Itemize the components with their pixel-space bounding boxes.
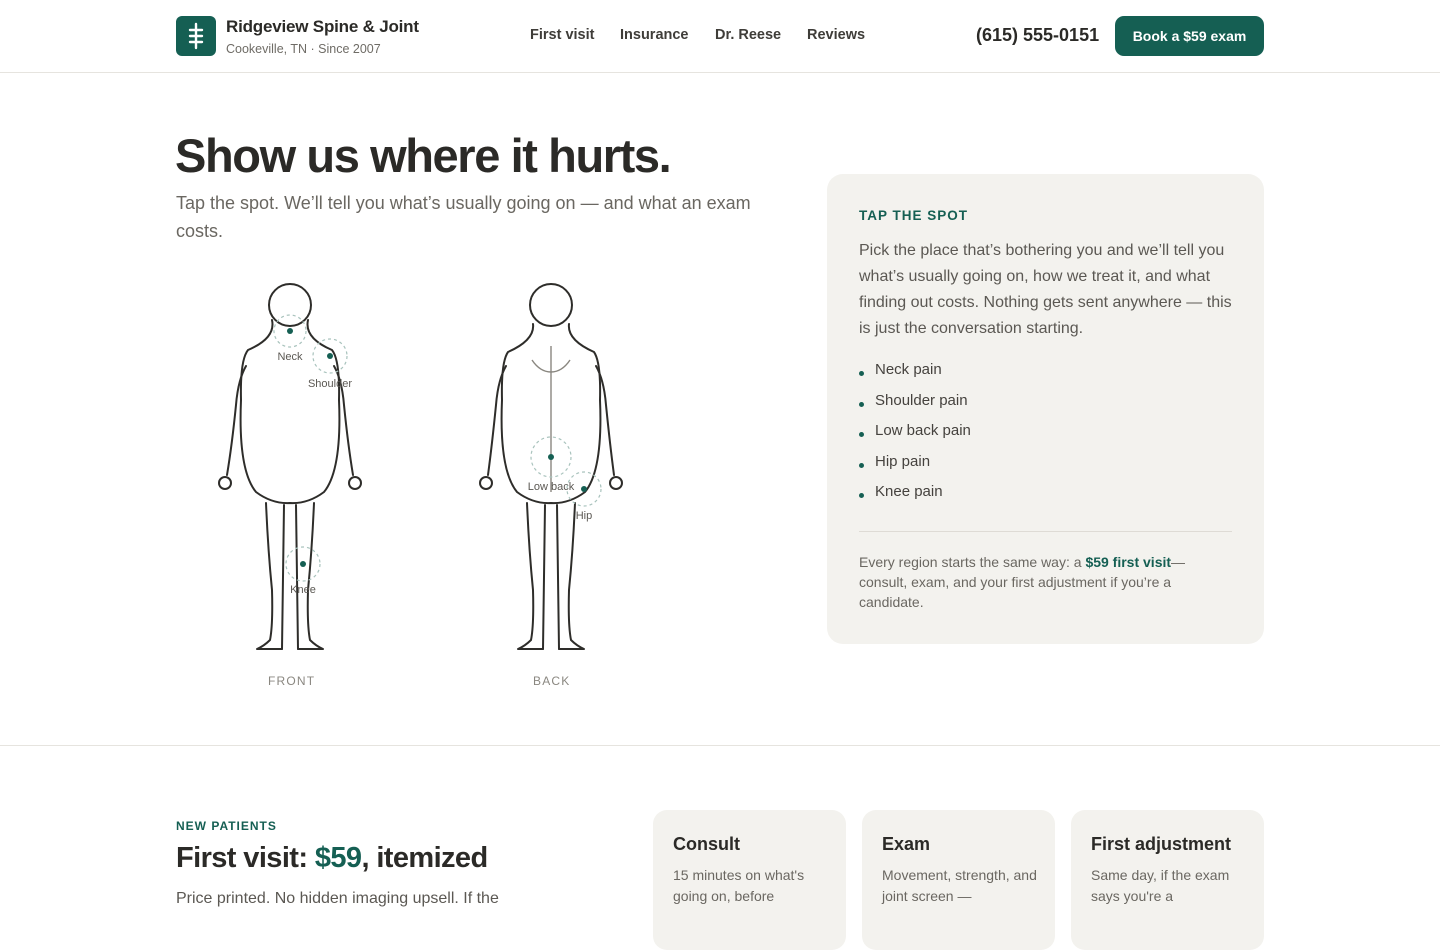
panel-price-note: Every region starts the same way: a $59 … [859, 552, 1227, 612]
region-item-knee[interactable]: Knee pain [859, 483, 971, 514]
nav-dr-reese[interactable]: Dr. Reese [715, 27, 781, 43]
region-list: Neck pain Shoulder pain Low back pain Hi… [859, 361, 971, 514]
new-patients-eyebrow: NEW PATIENTS [176, 819, 277, 833]
spine-line [531, 346, 571, 492]
heading-text-after: , itemized [361, 842, 488, 874]
bullet-dot-icon [859, 462, 864, 468]
brand-location: Cookeville, TN · Since 2007 [226, 42, 381, 56]
first-visit-description: Price printed. No hidden imaging upsell.… [176, 890, 499, 907]
back-view-label: BACK [533, 674, 571, 688]
page-title: Show us where it hurts. [175, 129, 672, 182]
heading-price: $59 [314, 842, 362, 874]
brand-name[interactable]: Ridgeview Spine & Joint [226, 17, 419, 37]
region-item-shoulder[interactable]: Shoulder pain [859, 392, 971, 423]
card-consult: Consult 15 minutes on what's going on, b… [653, 810, 846, 950]
body-map: Neck Shoulder Knee Low back Hip [218, 283, 623, 650]
bullet-dot-icon [859, 432, 864, 437]
card-title: Consult [673, 834, 740, 854]
hotspot-label-shoulder: Shoulder [308, 378, 352, 390]
region-label: Hip pain [875, 452, 931, 470]
first-visit-price-link[interactable]: $59 first visit [1085, 554, 1171, 570]
hotspot-label-hip: Hip [576, 510, 593, 522]
region-item-neck[interactable]: Neck pain [859, 361, 971, 392]
card-text: Movement, strength, and joint screen — [882, 867, 1037, 904]
phone-number-link[interactable]: (615) 555-0151 [976, 25, 1099, 46]
card-title: First adjustment [1091, 834, 1232, 854]
bullet-dot-icon [859, 371, 864, 376]
front-view-label: FRONT [268, 674, 316, 688]
region-item-hip[interactable]: Hip pain [859, 453, 971, 484]
region-info-panel: TAP THE SPOT Pick the place that’s bothe… [827, 174, 1264, 644]
region-label: Knee pain [875, 483, 943, 500]
hotspot-label-knee: Knee [290, 584, 316, 596]
section-divider [0, 745, 1440, 746]
hero-subtitle: Tap the spot. We’ll tell you what’s usua… [176, 193, 751, 241]
panel-eyebrow: TAP THE SPOT [859, 208, 969, 223]
panel-description: Pick the place that’s bothering you and … [859, 242, 1232, 337]
card-title: Exam [882, 834, 931, 854]
bullet-dot-icon [859, 401, 864, 407]
book-exam-button[interactable]: Book a $59 exam [1115, 16, 1264, 56]
nav-first-visit[interactable]: First visit [530, 27, 594, 43]
nav-reviews[interactable]: Reviews [807, 27, 865, 43]
site-header: Ridgeview Spine & Joint Cookeville, TN ·… [0, 0, 1440, 73]
card-text: Same day, if the exam says you're a [1091, 867, 1230, 904]
card-first-adjustment: First adjustment Same day, if the exam s… [1071, 810, 1264, 950]
nav-insurance[interactable]: Insurance [620, 27, 689, 43]
spine-logo-icon[interactable] [176, 16, 216, 56]
hotspot-knee[interactable]: Knee [285, 546, 321, 596]
card-exam: Exam Movement, strength, and joint scree… [862, 810, 1055, 950]
region-label: Low back pain [875, 422, 971, 439]
region-item-low-back[interactable]: Low back pain [859, 422, 971, 453]
note-text-before: Every region starts the same way: a [859, 554, 1086, 570]
first-visit-heading: First visit: $59, itemized [176, 842, 488, 875]
hotspot-shoulder[interactable]: Shoulder [308, 338, 352, 390]
hotspot-hip[interactable]: Hip [566, 471, 602, 522]
bullet-dot-icon [859, 493, 864, 498]
region-label: Shoulder pain [875, 391, 968, 409]
panel-divider [859, 531, 1232, 532]
heading-text-before: First visit: [176, 842, 315, 874]
hotspot-label-neck: Neck [277, 351, 303, 363]
card-text: 15 minutes on what's going on, before [673, 867, 805, 904]
region-label: Neck pain [875, 361, 942, 378]
